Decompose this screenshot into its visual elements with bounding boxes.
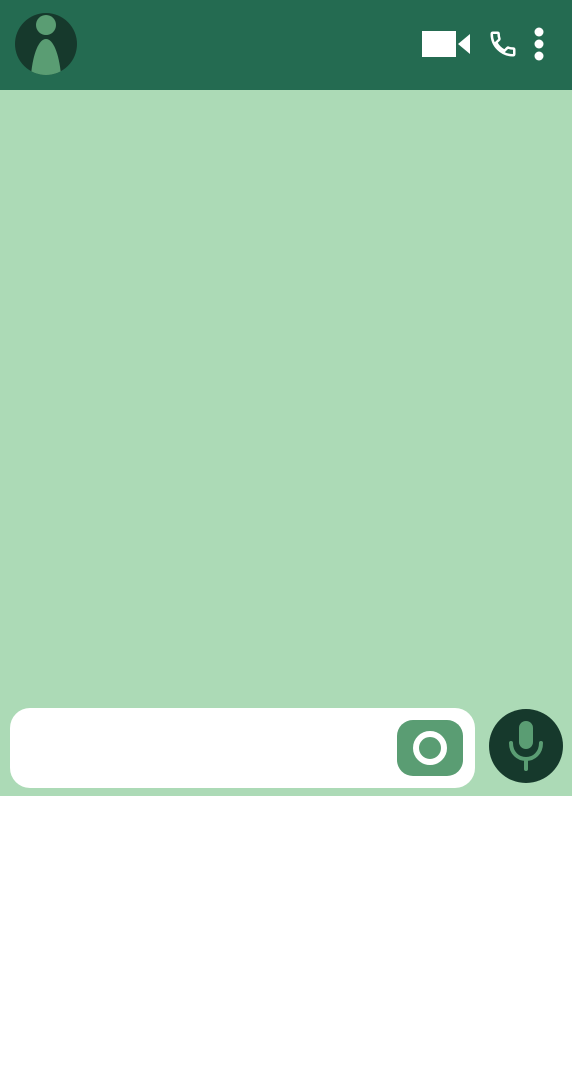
more-vertical-icon: [534, 27, 544, 61]
video-camera-icon: [422, 31, 470, 57]
camera-button[interactable]: [397, 720, 463, 776]
phone-icon: [490, 31, 516, 57]
voice-message-button[interactable]: [489, 709, 563, 783]
more-options-button[interactable]: [526, 24, 552, 64]
message-input[interactable]: [32, 730, 386, 768]
camera-icon: [413, 731, 447, 765]
avatar[interactable]: [15, 13, 77, 75]
microphone-icon: [509, 721, 543, 771]
voice-call-button[interactable]: [486, 26, 520, 62]
message-composer: [10, 708, 475, 788]
top-app-bar: [0, 0, 572, 90]
message-list[interactable]: [0, 90, 572, 706]
video-call-button[interactable]: [418, 26, 474, 62]
person-avatar-icon: [31, 15, 61, 75]
chat-screen: [0, 0, 572, 796]
